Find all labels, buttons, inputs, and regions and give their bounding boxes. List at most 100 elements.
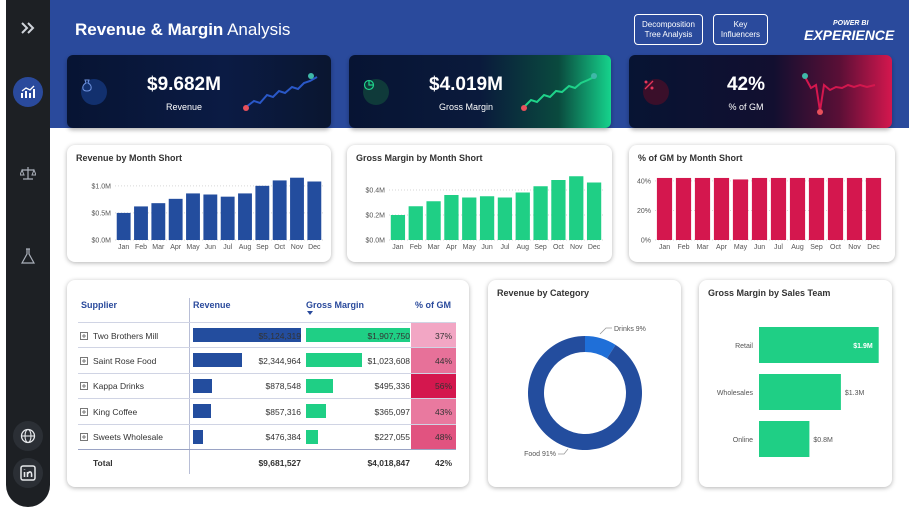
bar-jun: [751, 177, 768, 240]
x-tick-label: Mar: [428, 244, 441, 251]
supplier-name: Kappa Drinks: [93, 381, 145, 392]
y-tick-label: $0.4M: [366, 188, 386, 195]
percent-gm-cell: 44%: [411, 348, 456, 374]
table-row[interactable]: King Coffee $857,316 $365,097 43%: [78, 398, 456, 425]
supplier-name: Sweets Wholesale: [93, 432, 163, 443]
bar-aug: [238, 193, 252, 240]
revenue-bar: [193, 429, 204, 444]
key-influencers-button[interactable]: Key Influencers: [713, 14, 768, 45]
x-tick-label: May: [463, 244, 477, 251]
brand-top: POWER BI: [833, 20, 869, 27]
total-label: Total: [93, 457, 113, 468]
y-tick-label: 40%: [637, 178, 651, 185]
x-tick-label: Sep: [256, 244, 269, 251]
category-label: Online: [733, 437, 753, 444]
kpi-card-gross-margin: $4.019M Gross Margin: [349, 55, 611, 128]
percent-gm-cell: 37%: [411, 323, 456, 348]
expand-row-icon[interactable]: [80, 425, 90, 450]
globe-icon[interactable]: [13, 421, 43, 451]
gross-margin-cell: $1,907,750: [306, 323, 410, 348]
bar-wholesales: [759, 374, 841, 410]
expand-row-icon[interactable]: [80, 323, 90, 348]
expand-row-icon[interactable]: [80, 374, 90, 399]
x-tick-label: Aug: [791, 244, 804, 251]
y-tick-label: $0.2M: [366, 213, 386, 220]
revenue-bar: [193, 378, 212, 393]
leader-line: [558, 448, 569, 455]
bar-jun: [479, 196, 495, 240]
x-tick-label: Dec: [308, 244, 321, 251]
category-label: Wholesales: [717, 390, 754, 397]
expand-row-icon[interactable]: [80, 399, 90, 424]
x-tick-label: Jul: [500, 244, 509, 251]
bar-feb: [408, 206, 423, 240]
y-tick-label: $1.0M: [92, 183, 112, 190]
table-row[interactable]: Saint Rose Food $2,344,964 $1,023,608 44%: [78, 347, 456, 374]
x-tick-label: Oct: [830, 244, 841, 251]
bar-dec: [865, 177, 882, 240]
expand-icon[interactable]: [13, 13, 43, 43]
table-row[interactable]: Kappa Drinks $878,548 $495,336 56%: [78, 372, 456, 399]
bar-aug: [515, 192, 530, 240]
col-header-percent-gm[interactable]: % of GM: [415, 300, 451, 310]
revenue-sparkline: [243, 73, 318, 111]
percent-gm-cell: 48%: [411, 424, 456, 450]
table-total-row: Total $9,681,527 $4,018,847 42%: [78, 449, 456, 474]
col-header-supplier[interactable]: Supplier: [81, 300, 117, 310]
supplier-name: Two Brothers Mill: [93, 330, 159, 341]
bar-oct: [272, 180, 287, 240]
gross-margin-bar: [306, 429, 319, 444]
decomposition-tree-button[interactable]: Decomposition Tree Analysis: [634, 14, 703, 45]
nav-rail: [6, 0, 50, 507]
col-header-gross-margin[interactable]: Gross Margin: [306, 300, 364, 310]
data-label: $0.8M: [813, 437, 833, 444]
table-row[interactable]: Sweets Wholesale $476,384 $227,055 48%: [78, 423, 456, 450]
expand-row-icon[interactable]: [80, 348, 90, 373]
x-tick-label: Feb: [677, 244, 689, 251]
data-label: $1.9M: [853, 343, 873, 350]
revenue-bar: [193, 353, 243, 368]
slice-label: Food 91%: [524, 451, 556, 458]
gross-margin-cell: $365,097: [306, 399, 410, 424]
bar-dec: [307, 181, 322, 240]
y-tick-label: $0.0M: [366, 238, 386, 245]
revenue-by-category-card: Revenue by Category Drinks 9% Food 91%: [488, 280, 681, 487]
bar-apr: [168, 198, 183, 240]
x-tick-label: Sep: [534, 244, 547, 251]
bar-jun: [203, 194, 218, 240]
gross-margin-by-month-chart: $0.0M $0.2M $0.4M Jan Feb Mar Apr May Jun Jul Aug S…: [366, 176, 603, 251]
scale-icon[interactable]: [13, 158, 43, 188]
gross-margin-bar: [306, 378, 333, 393]
x-tick-label: Jul: [774, 244, 783, 251]
percent-gm-sparkline: [802, 73, 876, 115]
x-tick-label: Mar: [152, 244, 165, 251]
linkedin-icon[interactable]: [13, 458, 43, 488]
col-header-revenue[interactable]: Revenue: [193, 300, 231, 310]
x-tick-label: Jan: [392, 244, 403, 251]
x-tick-label: Oct: [553, 244, 564, 251]
gross-margin-cell: $227,055: [306, 425, 410, 450]
slice-food: [528, 336, 642, 450]
bar-jan: [656, 177, 673, 240]
x-tick-label: Nov: [570, 244, 583, 251]
y-tick-label: $0.0M: [92, 238, 112, 245]
bar-apr: [444, 195, 459, 240]
revenue-by-category-chart: Drinks 9% Food 91%: [524, 326, 646, 458]
table-row[interactable]: Two Brothers Mill $5,124,319 $1,907,750 37%: [78, 322, 456, 348]
bar-mar: [426, 201, 441, 240]
x-tick-label: Jan: [118, 244, 129, 251]
kpi-card-percent-gm: 42% % of GM: [629, 55, 892, 128]
percent-gm-by-month-card: % of GM by Month Short 0% 20% 40% Jan Feb Mar…: [629, 145, 895, 262]
x-tick-label: Mar: [696, 244, 709, 251]
gross-margin-sparkline: [521, 73, 597, 111]
x-tick-label: Nov: [291, 244, 304, 251]
bar-may: [462, 197, 477, 240]
supplier-name: Saint Rose Food: [93, 355, 157, 366]
chart-page-icon[interactable]: [13, 77, 43, 107]
revenue-cell: $5,124,319: [193, 323, 301, 348]
revenue-cell: $878,548: [193, 374, 301, 399]
bar-sep: [255, 185, 270, 240]
x-tick-label: Dec: [588, 244, 601, 251]
x-tick-label: Apr: [170, 244, 182, 251]
flask-icon[interactable]: [13, 241, 43, 271]
